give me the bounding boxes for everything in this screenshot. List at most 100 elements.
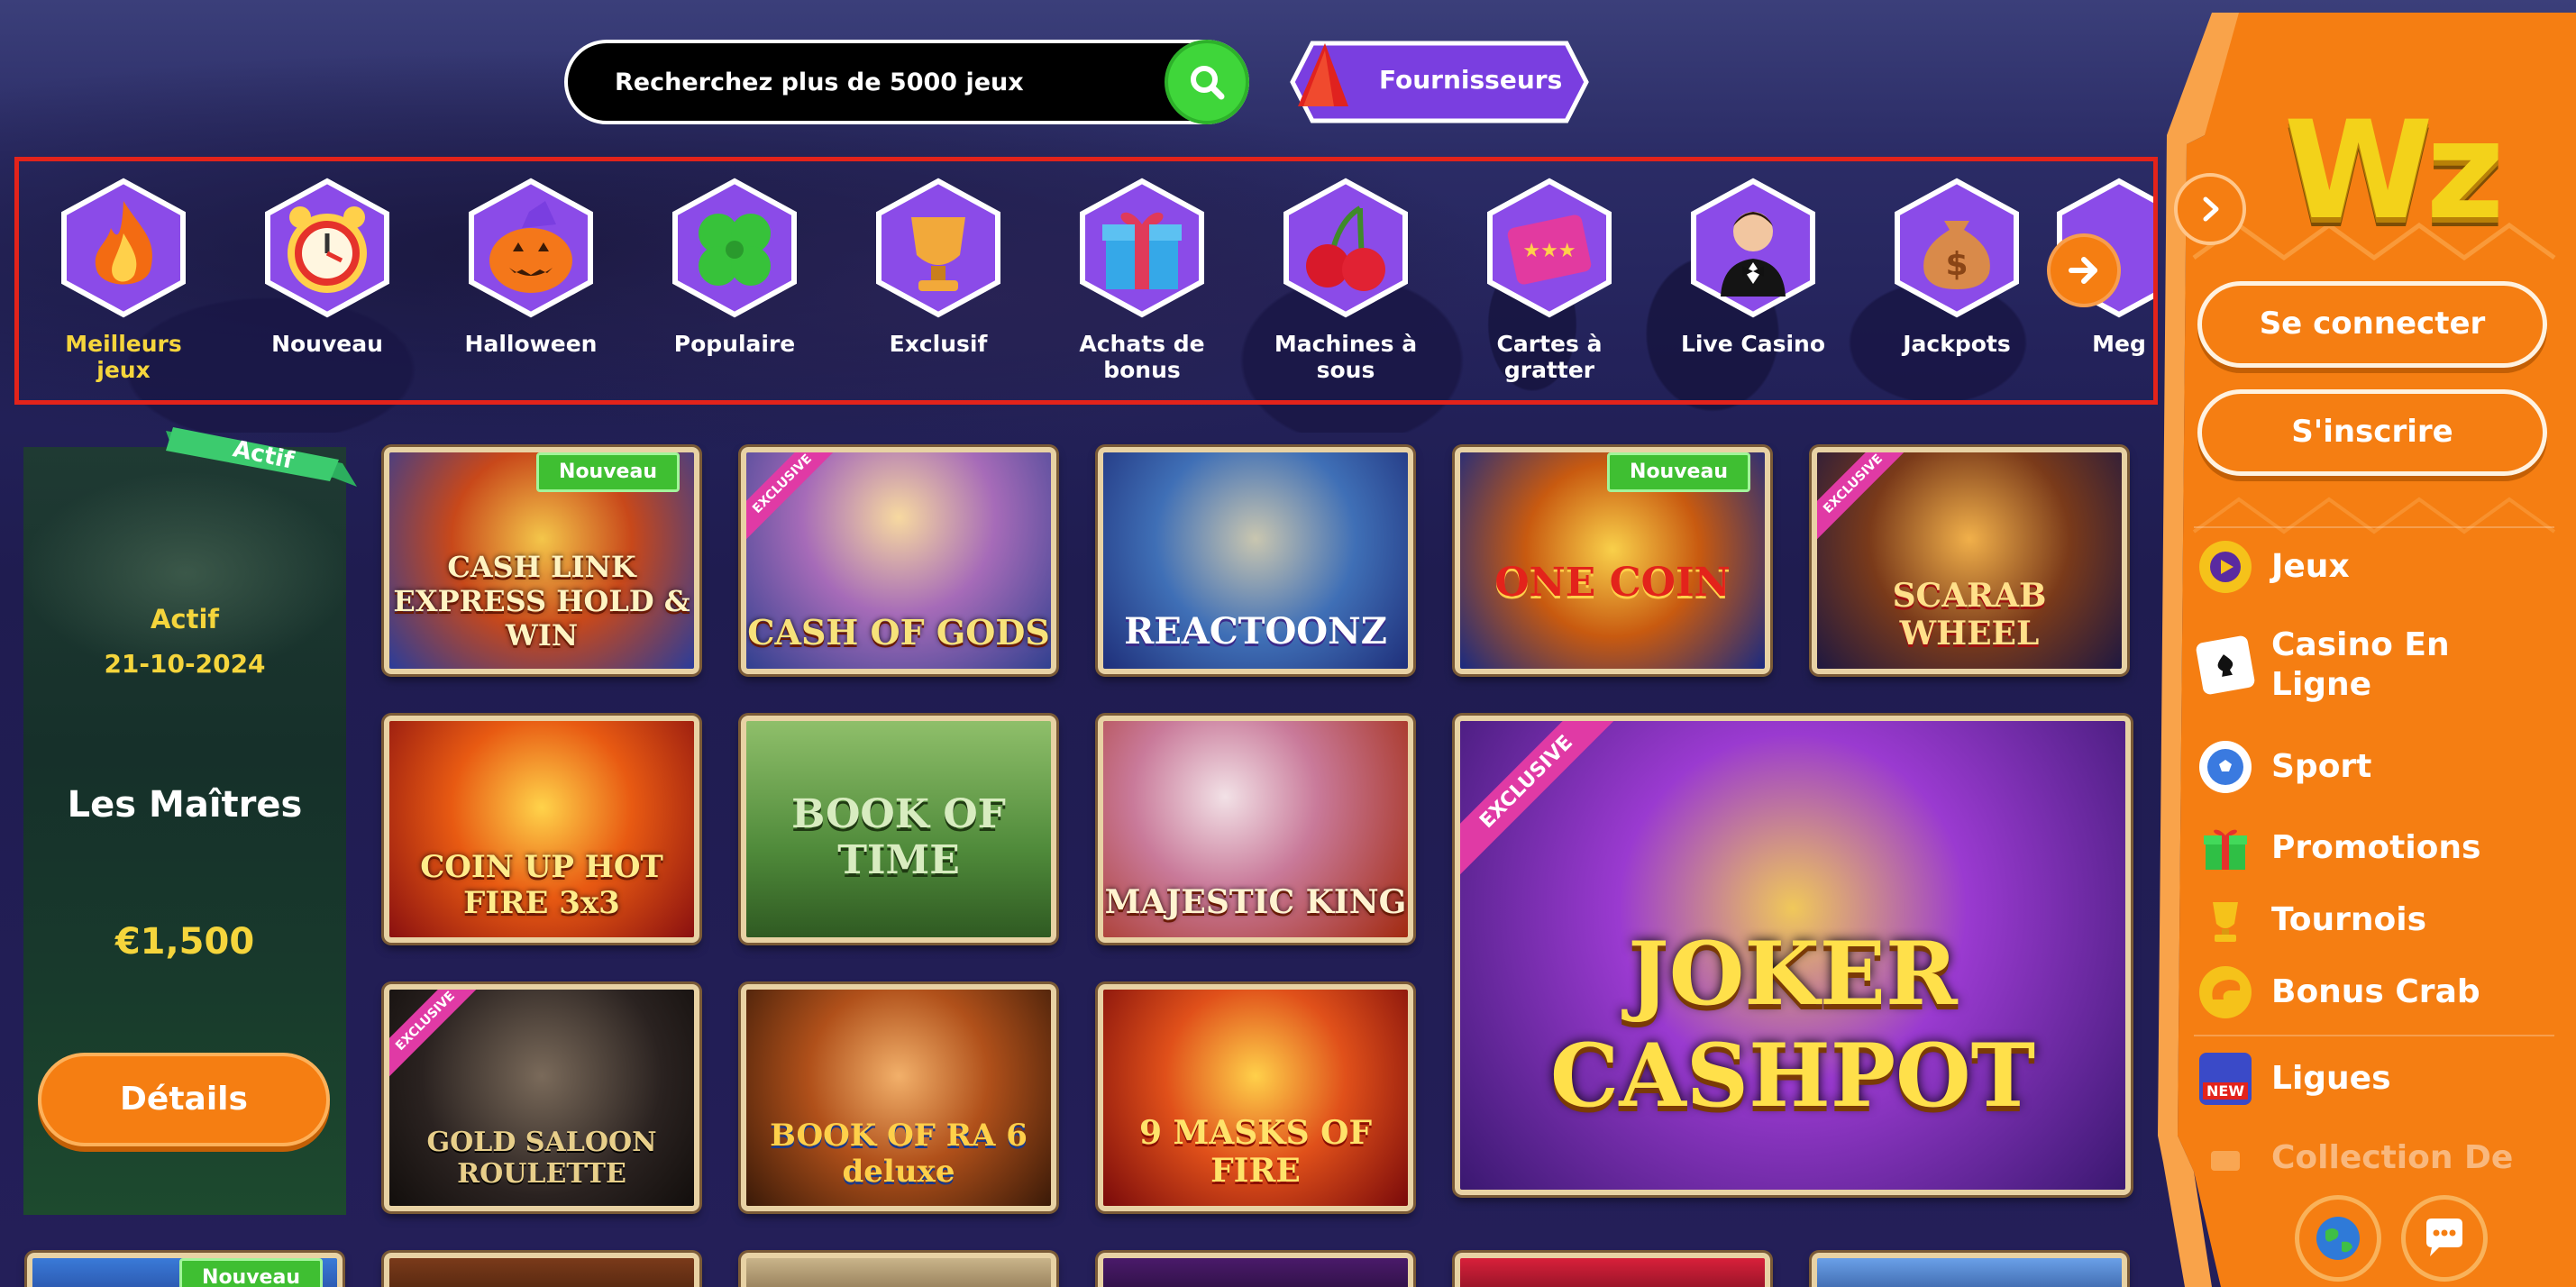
game-tile[interactable] (1455, 1253, 1770, 1287)
play-icon (2199, 541, 2252, 593)
logo[interactable]: Wz (2284, 104, 2572, 239)
game-title: CASH LINK EXPRESS HOLD & WIN (393, 550, 690, 653)
category-next-button[interactable] (2047, 233, 2121, 307)
game-title: COIN UP HOT FIRE 3x3 (420, 849, 663, 921)
nav-item-promotions[interactable]: Promotions (2199, 822, 2560, 874)
pumpkin-icon (469, 178, 593, 318)
trophy-cup-icon (876, 178, 1000, 318)
playing-card-icon (2195, 634, 2256, 696)
nav-item-collection[interactable]: Collection De (2199, 1132, 2560, 1184)
login-button[interactable]: Se connecter (2197, 281, 2547, 368)
game-tile[interactable]: JOKER CASHPOT EXCLUSIVE (1455, 716, 2131, 1195)
money-bag-icon: $ (1895, 178, 2019, 318)
game-tile[interactable]: SCARAB WHEEL EXCLUSIVE (1812, 447, 2127, 674)
new-badge: Nouveau (1607, 452, 1750, 492)
nav-label: Collection De (2271, 1139, 2514, 1176)
category-jackpots[interactable]: $ Jackpots (1876, 176, 2038, 357)
tournament-date: 21-10-2024 (104, 649, 266, 679)
category-cartes-a-gratter[interactable]: ★★★ Cartes à gratter (1468, 176, 1631, 383)
soccer-ball-icon (2199, 741, 2252, 793)
nav-item-casino-en-ligne[interactable]: Casino En Ligne (2195, 625, 2560, 705)
game-tile[interactable]: MAJESTIC KING (1098, 716, 1413, 943)
red-flag-icon (1298, 43, 1348, 106)
nav-label: Bonus Crab (2271, 973, 2480, 1010)
nav-item-ligues[interactable]: NEW Ligues (2199, 1053, 2560, 1105)
category-meilleurs-jeux[interactable]: Meilleurs jeux (42, 176, 205, 383)
game-title: GOLD SALOON ROULETTE (426, 1127, 657, 1190)
sidebar: Wz Se connecter S'inscrire Jeux Casino E… (2158, 0, 2576, 1287)
svg-text:$: $ (1945, 246, 1968, 283)
category-label: Machines à sous (1274, 331, 1418, 383)
game-tile[interactable] (1812, 1253, 2127, 1287)
category-achats-de-bonus[interactable]: Achats de bonus (1061, 176, 1223, 383)
divider (2194, 526, 2554, 528)
search-bar[interactable]: Recherchez plus de 5000 jeux (564, 40, 1249, 124)
game-tile[interactable]: 9 MASKS OF FIRE (1098, 984, 1413, 1211)
category-nouveau[interactable]: Nouveau (246, 176, 408, 357)
category-label: Exclusif (889, 331, 988, 357)
game-title: REACTOONZ (1124, 610, 1387, 653)
league-new-icon: NEW (2199, 1053, 2252, 1105)
category-strip: Meilleurs jeux Nouveau Halloween Populai… (14, 157, 2158, 405)
providers-label: Fournisseurs (1379, 65, 1563, 95)
cherries-icon (1283, 178, 1408, 318)
game-tile[interactable]: Nouveau (27, 1253, 343, 1287)
new-tag: NEW (2203, 1082, 2248, 1100)
category-label: Achats de bonus (1079, 331, 1205, 383)
arrow-right-icon (2069, 257, 2097, 284)
category-label: Cartes à gratter (1496, 331, 1603, 383)
category-populaire[interactable]: Populaire (653, 176, 816, 357)
game-title: CASH OF GODS (747, 612, 1050, 653)
category-halloween[interactable]: Halloween (450, 176, 612, 357)
category-machines-a-sous[interactable]: Machines à sous (1265, 176, 1427, 383)
exclusive-badge: EXCLUSIVE (1817, 452, 1914, 545)
trophy-icon (2199, 894, 2252, 946)
category-live-casino[interactable]: Live Casino (1672, 176, 1834, 357)
game-tile[interactable] (384, 1253, 699, 1287)
exclusive-badge: EXCLUSIVE (1460, 721, 1623, 879)
nav-label: Ligues (2271, 1060, 2391, 1097)
tournament-status: Actif (150, 604, 220, 634)
game-title: SCARAB WHEEL (1892, 577, 2047, 653)
game-tile[interactable]: CASH LINK EXPRESS HOLD & WIN Nouveau (384, 447, 699, 674)
providers-button[interactable]: Fournisseurs (1289, 40, 1590, 124)
category-label: Nouveau (271, 331, 383, 357)
collection-icon (2199, 1132, 2252, 1184)
search-input[interactable]: Recherchez plus de 5000 jeux (615, 68, 1024, 96)
category-label: Live Casino (1680, 331, 1826, 357)
game-title: MAJESTIC KING (1104, 883, 1407, 921)
nav-label: Casino En Ligne (2271, 626, 2450, 703)
gift-icon (1080, 178, 1204, 318)
details-button[interactable]: Détails (38, 1053, 330, 1146)
language-button[interactable] (2295, 1195, 2381, 1282)
alarm-clock-icon (265, 178, 389, 318)
game-tile[interactable]: REACTOONZ (1098, 447, 1413, 674)
nav-item-bonus-crab[interactable]: Bonus Crab (2199, 966, 2560, 1018)
search-button[interactable] (1165, 40, 1249, 124)
game-tile[interactable]: COIN UP HOT FIRE 3x3 (384, 716, 699, 943)
register-button[interactable]: S'inscrire (2197, 389, 2547, 476)
game-tile[interactable]: GOLD SALOON ROULETTE EXCLUSIVE (384, 984, 699, 1211)
game-tile[interactable]: BOOK OF TIME (741, 716, 1056, 943)
game-tile[interactable]: ONE COIN Nouveau (1455, 447, 1770, 674)
crab-claw-icon (2199, 966, 2252, 1018)
tournament-title: Les Maîtres (67, 784, 303, 826)
game-tile[interactable]: CASH OF GODS EXCLUSIVE (741, 447, 1056, 674)
dealer-icon (1691, 178, 1815, 318)
category-label: Populaire (673, 331, 796, 357)
chat-icon (2426, 1219, 2462, 1256)
nav-item-jeux[interactable]: Jeux (2199, 541, 2560, 593)
game-tile[interactable] (1098, 1253, 1413, 1287)
nav-item-sport[interactable]: Sport (2199, 741, 2560, 793)
category-label: Meg (2092, 331, 2146, 357)
nav-item-tournois[interactable]: Tournois (2199, 894, 2560, 946)
category-exclusif[interactable]: Exclusif (857, 176, 1019, 357)
game-tile[interactable]: BOOK OF RA 6 deluxe (741, 984, 1056, 1211)
search-icon (1191, 66, 1225, 100)
game-tile[interactable] (741, 1253, 1056, 1287)
sidebar-collapse-button[interactable] (2174, 173, 2246, 245)
game-title: 9 MASKS OF FIRE (1138, 1114, 1373, 1190)
chevron-right-icon (2203, 196, 2219, 222)
chat-button[interactable] (2401, 1195, 2488, 1282)
nav-label: Promotions (2271, 829, 2481, 866)
